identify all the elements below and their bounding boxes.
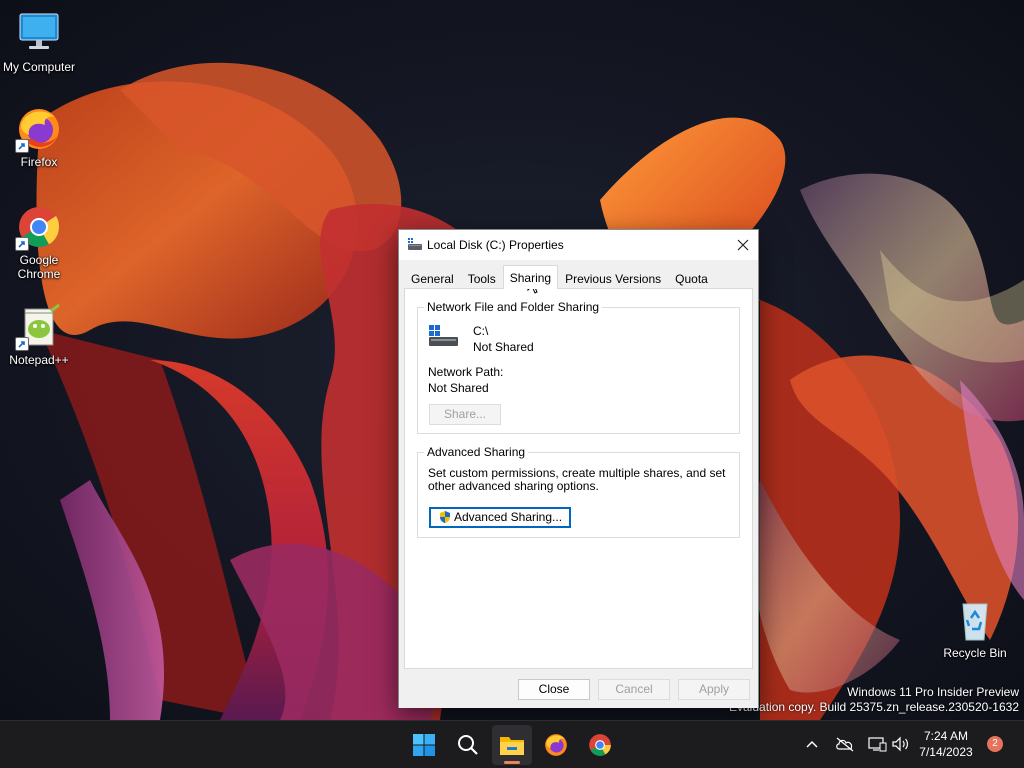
chevron-up-icon[interactable] — [805, 738, 819, 752]
advanced-sharing-legend: Advanced Sharing — [424, 445, 529, 459]
watermark-line-1: Windows 11 Pro Insider Preview — [847, 685, 1019, 699]
advanced-sharing-button[interactable]: Advanced Sharing... — [429, 507, 571, 528]
shortcut-arrow-icon — [15, 237, 29, 251]
drive-name: C:\ — [473, 324, 489, 338]
sharing-tab-panel: Network File and Folder Sharing C:\ Not … — [404, 288, 753, 669]
shortcut-arrow-icon — [15, 337, 29, 351]
network-path-value: Not Shared — [428, 381, 489, 395]
taskbar-file-explorer[interactable] — [492, 725, 532, 765]
desktop-icon-label: My Computer — [2, 60, 76, 74]
clock-time: 7:24 AM — [923, 729, 969, 743]
taskbar — [0, 720, 1024, 768]
search-icon — [458, 735, 478, 755]
share-button[interactable]: Share... — [429, 404, 501, 425]
taskbar-chrome[interactable] — [580, 725, 620, 765]
drive-icon — [428, 324, 460, 351]
desktop-icon-label: Notepad++ — [9, 353, 69, 367]
recycle-bin-icon — [951, 596, 999, 644]
dialog-titlebar[interactable]: Local Disk (C:) Properties — [399, 230, 758, 260]
advanced-sharing-group: Advanced Sharing Set custom permissions,… — [417, 445, 740, 538]
shortcut-arrow-icon — [15, 139, 29, 153]
tab-general[interactable]: General — [404, 267, 461, 289]
advanced-sharing-description: Set custom permissions, create multiple … — [428, 466, 726, 493]
windows-watermark: Windows 11 Pro Insider Preview Evaluatio… — [729, 685, 1019, 715]
tab-sharing[interactable]: Sharing — [502, 265, 559, 289]
drive-share-status: Not Shared — [473, 340, 534, 354]
taskbar-firefox[interactable] — [536, 725, 576, 765]
system-clock[interactable]: 7:24 AM 7/14/2023 — [915, 728, 977, 760]
search-button[interactable] — [448, 725, 488, 765]
tab-strip: General Tools Sharing Previous Versions … — [404, 265, 715, 289]
file-explorer-icon — [500, 737, 524, 755]
tab-quota[interactable]: Quota — [668, 267, 715, 289]
windows-logo-icon — [413, 734, 435, 756]
uac-shield-icon — [439, 511, 450, 523]
start-button[interactable] — [404, 725, 444, 765]
notepadpp-icon — [15, 303, 63, 351]
dialog-button-bar: Close Cancel Apply — [399, 670, 758, 708]
active-app-indicator — [504, 761, 520, 764]
tab-previous-versions[interactable]: Previous Versions — [558, 267, 668, 289]
close-icon — [737, 239, 749, 251]
desktop-icon-recycle-bin[interactable]: Recycle Bin — [936, 596, 1014, 660]
desktop-icon-label: Google Chrome — [17, 253, 61, 281]
network-icon[interactable] — [867, 736, 887, 752]
apply-button[interactable]: Apply — [678, 679, 750, 700]
chrome-icon — [15, 203, 63, 251]
notification-badge[interactable]: 2 — [987, 736, 1003, 752]
firefox-icon — [545, 734, 567, 756]
desktop-icon-label: Recycle Bin — [943, 646, 1007, 660]
desktop-icon-my-computer[interactable]: My Computer — [0, 10, 78, 74]
network-sharing-group: Network File and Folder Sharing C:\ Not … — [417, 300, 740, 434]
tab-tools[interactable]: Tools — [461, 267, 503, 289]
desktop-icon-firefox[interactable]: Firefox — [0, 105, 78, 169]
onedrive-offline-icon[interactable] — [835, 736, 855, 752]
desktop-icon-chrome[interactable]: Google Chrome — [0, 203, 78, 281]
close-dialog-button[interactable] — [728, 230, 758, 260]
desktop-icon-label: Firefox — [20, 155, 58, 169]
monitor-icon — [15, 10, 63, 58]
watermark-line-2: Evaluation copy. Build 25375.zn_release.… — [729, 700, 1019, 714]
dialog-title: Local Disk (C:) Properties — [427, 238, 564, 252]
drive-icon — [407, 236, 423, 255]
desktop-icon-notepadpp[interactable]: Notepad++ — [0, 303, 78, 367]
close-button[interactable]: Close — [518, 679, 590, 700]
clock-date: 7/14/2023 — [919, 745, 973, 759]
cancel-button[interactable]: Cancel — [598, 679, 670, 700]
network-sharing-legend: Network File and Folder Sharing — [424, 300, 603, 314]
volume-icon[interactable] — [891, 736, 909, 752]
firefox-icon — [15, 105, 63, 153]
properties-dialog: Local Disk (C:) Properties General Tools… — [398, 229, 759, 708]
chrome-icon — [589, 734, 611, 756]
network-path-label: Network Path: — [428, 365, 504, 379]
advanced-sharing-button-label: Advanced Sharing... — [453, 510, 563, 524]
